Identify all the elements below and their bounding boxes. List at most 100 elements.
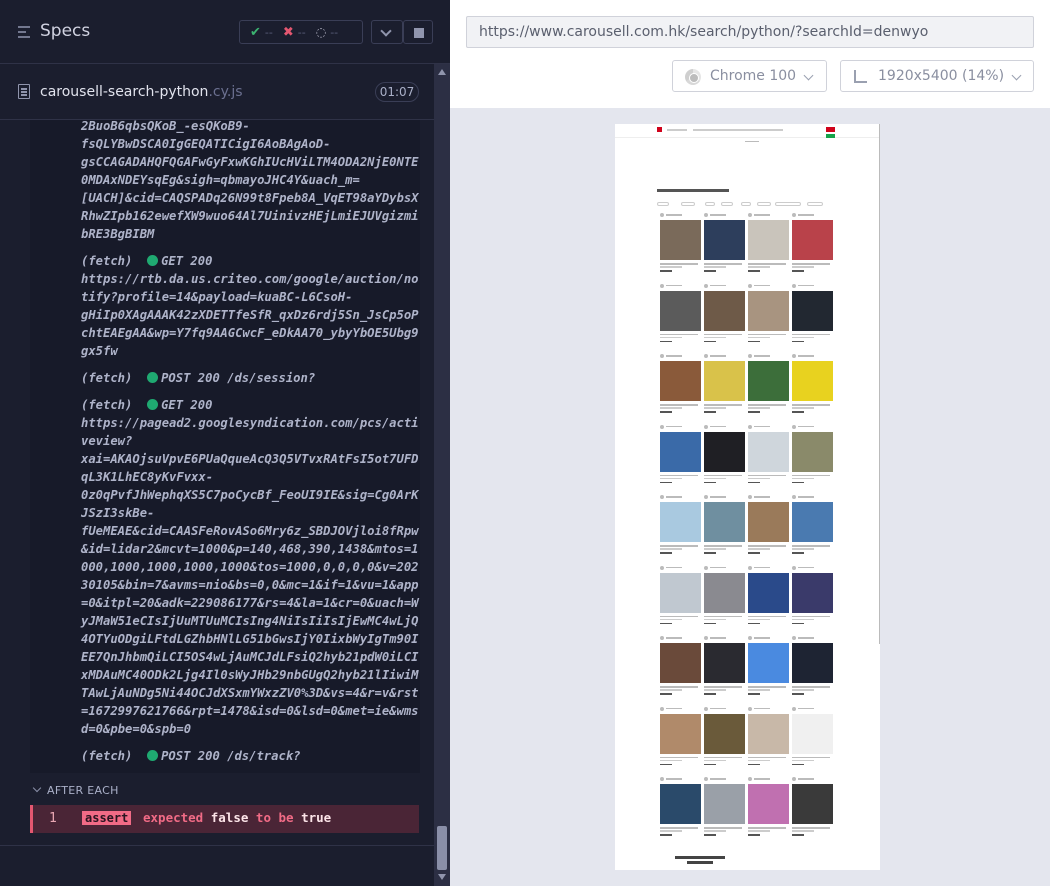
fetch-label: (fetch) (81, 371, 133, 385)
viewport-size: 1920x5400 (878, 68, 958, 84)
listing-card (660, 283, 701, 350)
request-url: https://pagead2.googlesyndication.com/pc… (81, 416, 419, 736)
search-results-heading (657, 189, 729, 192)
specs-list-icon[interactable] (17, 24, 33, 40)
chevron-down-icon (803, 70, 814, 81)
browser-label: Chrome 100 (710, 68, 797, 84)
status-dot-icon (147, 750, 159, 761)
scroll-thumb[interactable] (437, 826, 447, 870)
status-dot-icon (147, 255, 159, 266)
command-log[interactable]: 2BuoB6qbsQKoB_-esQKoB9- fsQLYBwDSCA0IgGE… (30, 120, 420, 773)
pending-count: -- (330, 25, 339, 39)
viewport-label: 1920x5400 (14%) (878, 68, 1004, 84)
status-dot-icon (147, 399, 159, 410)
spec-file-header[interactable]: carousell-search-python.cy.js 01:07 (0, 64, 434, 120)
listing-card (704, 636, 745, 702)
listing-card (748, 565, 789, 632)
listing-card (704, 495, 745, 561)
reporter-header: Specs ✔ -- ✖ -- ◌ -- (0, 0, 450, 64)
log-entry-fetch[interactable]: (fetch) POST 200 /ds/session? (30, 369, 420, 387)
listing-card (660, 706, 701, 773)
scroll-up-icon[interactable] (438, 69, 446, 75)
listing-card (704, 283, 745, 350)
failed-assertion[interactable]: 1 assert expected false to be true (30, 805, 419, 833)
listing-card (704, 777, 745, 843)
app-under-test-iframe[interactable] (615, 124, 880, 870)
test-stats: ✔ -- ✖ -- ◌ -- (239, 20, 363, 44)
listing-card (748, 354, 789, 420)
file-name-base: carousell-search-python (40, 84, 209, 100)
request-url: /ds/session? (227, 371, 316, 385)
filter-bar (657, 202, 827, 206)
failed-count: -- (297, 25, 306, 39)
sell-button (826, 127, 835, 132)
status-dot-icon (147, 372, 159, 383)
http-method: POST (161, 749, 191, 763)
aut-scrollbar[interactable] (879, 124, 880, 644)
caret-down-icon (32, 783, 42, 793)
listing-card (660, 565, 701, 632)
http-status: 200 (197, 371, 220, 385)
listing-card (792, 777, 833, 843)
log-entry-fetch[interactable]: (fetch) GET 200 https://rtb.da.us.criteo… (30, 252, 420, 360)
stop-icon (414, 28, 424, 38)
log-scrollbar[interactable] (434, 64, 450, 886)
request-url: https://rtb.da.us.criteo.com/google/auct… (81, 272, 419, 358)
msg-to-be: to be (255, 810, 294, 825)
listing-card (660, 424, 701, 491)
listing-card (660, 777, 701, 843)
nav-link (693, 129, 783, 131)
log-entry-fetch[interactable]: (fetch) GET 200 https://pagead2.googlesy… (30, 396, 420, 738)
http-method: GET (161, 398, 184, 412)
listing-card (792, 565, 833, 632)
msg-actual: false (210, 810, 249, 825)
passed-stat: ✔ -- (250, 25, 273, 40)
listing-card (792, 424, 833, 491)
listing-card (748, 706, 789, 773)
log-entry-fetch[interactable]: (fetch) POST 200 /ds/track? (30, 747, 420, 765)
stop-button[interactable] (403, 20, 433, 44)
listing-card (704, 565, 745, 632)
hook-label: AFTER EACH (47, 784, 119, 797)
failed-stat: ✖ -- (283, 25, 306, 40)
browser-selector[interactable]: Chrome 100 (672, 60, 827, 92)
run-duration: 01:07 (375, 82, 419, 102)
pending-stat: ◌ -- (316, 25, 338, 39)
listing-card (748, 213, 789, 279)
fetch-label: (fetch) (81, 398, 133, 412)
listing-card (792, 283, 833, 350)
listing-card (660, 636, 701, 702)
spec-file-name[interactable]: carousell-search-python.cy.js (40, 84, 243, 100)
file-icon (18, 84, 30, 99)
scroll-down-icon[interactable] (438, 874, 446, 880)
feedback-heading-line2 (687, 861, 713, 864)
auto-scroll-button[interactable] (371, 20, 403, 44)
chrome-icon (685, 69, 701, 85)
http-method: POST (161, 371, 191, 385)
command-number: 1 (49, 811, 57, 826)
check-icon: ✔ (250, 24, 261, 40)
fetch-label: (fetch) (81, 254, 133, 268)
ruler-icon (854, 70, 867, 83)
listing-card (748, 424, 789, 491)
x-icon: ✖ (282, 24, 294, 40)
command-log-panel: Specs ✔ -- ✖ -- ◌ -- carousell-search-pytho… (0, 0, 450, 886)
viewport-selector[interactable]: 1920x5400 (14%) (840, 60, 1034, 92)
login-button (826, 134, 835, 138)
listing-card (660, 495, 701, 561)
nav-link (667, 129, 687, 131)
listing-card (792, 636, 833, 702)
feedback-heading (675, 856, 725, 859)
spinner-icon: ◌ (315, 25, 327, 39)
listing-card (792, 706, 833, 773)
url-bar[interactable]: https://www.carousell.com.hk/search/pyth… (466, 16, 1034, 48)
site-logo (657, 127, 662, 132)
listing-card (792, 495, 833, 561)
after-each-hook[interactable]: AFTER EACH (30, 780, 420, 802)
site-header (615, 124, 880, 138)
specs-title[interactable]: Specs (40, 21, 90, 41)
http-method: GET (161, 254, 184, 268)
chevron-down-icon (380, 25, 392, 37)
viewport-scale: (14%) (962, 68, 1005, 84)
aut-stage (450, 108, 1050, 886)
